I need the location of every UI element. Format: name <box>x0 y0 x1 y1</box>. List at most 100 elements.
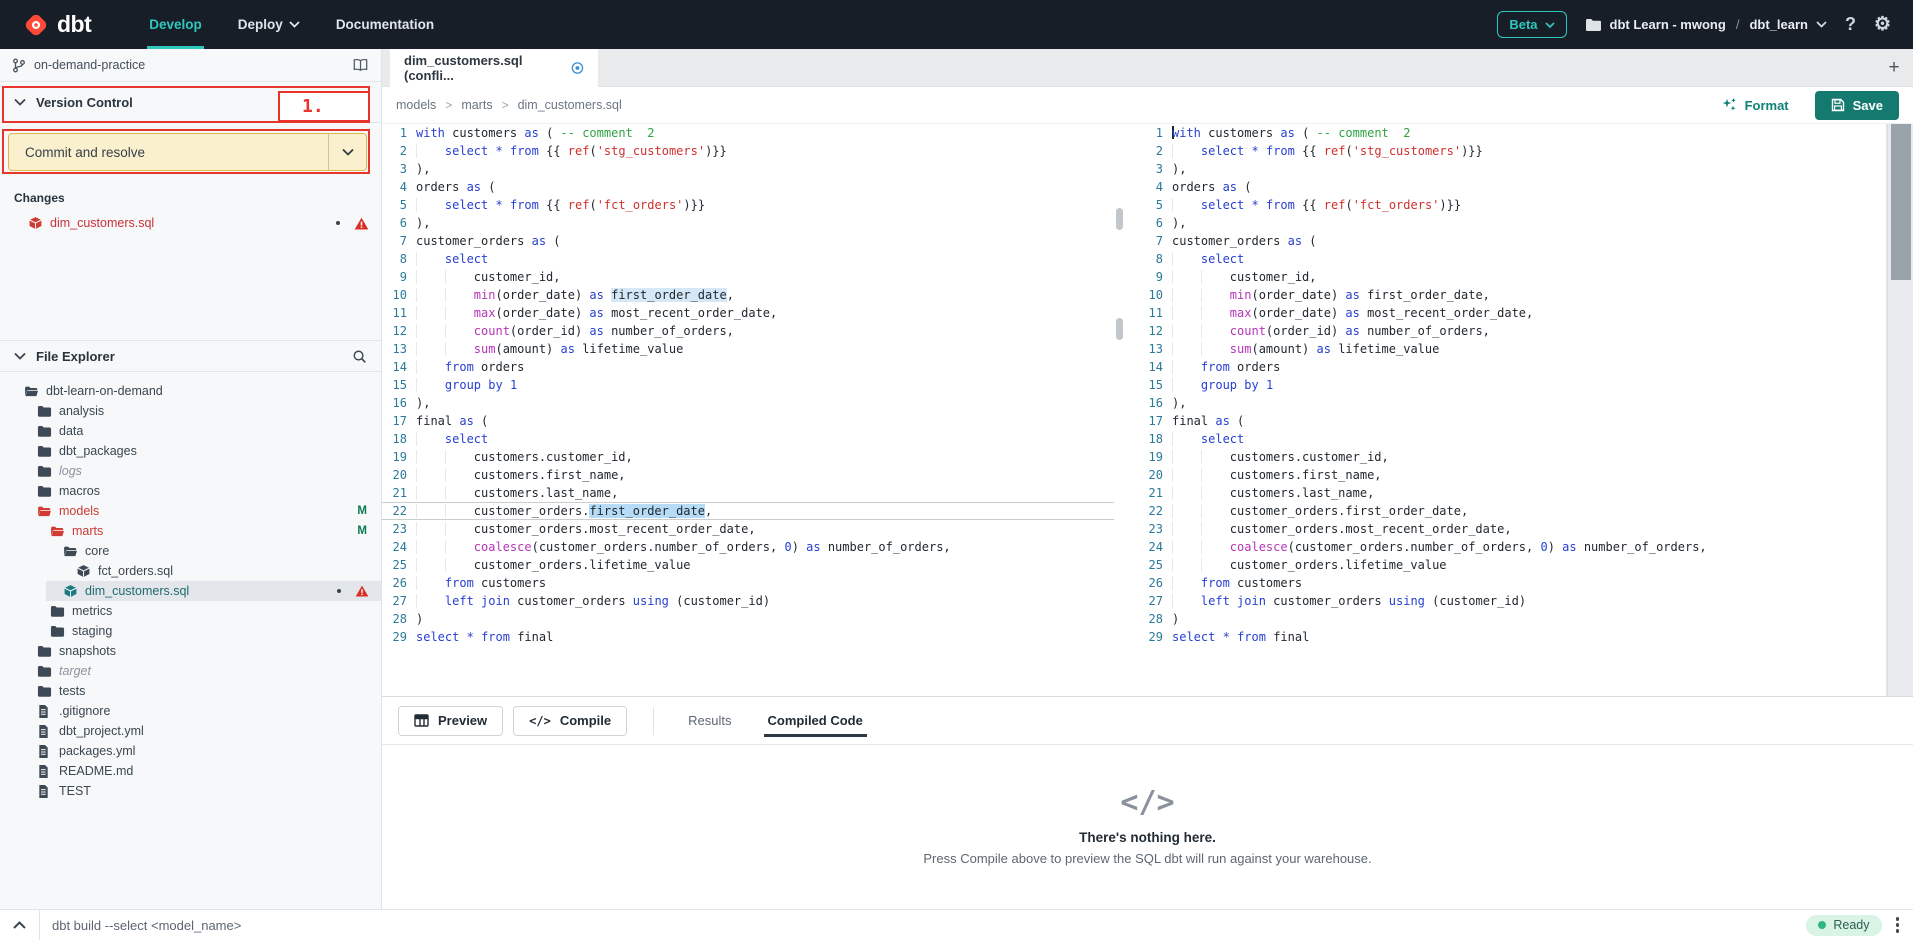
new-tab-button[interactable]: + <box>1875 49 1913 86</box>
version-control-header[interactable]: Version Control <box>0 82 381 123</box>
code-line[interactable]: 13 sum(amount) as lifetime_value <box>1126 340 1886 358</box>
code-line[interactable]: 26 from customers <box>1126 574 1886 592</box>
code-line[interactable]: 20 customers.first_name, <box>1126 466 1886 484</box>
compile-button[interactable]: </> Compile <box>513 706 627 736</box>
tree-item-tests[interactable]: tests <box>0 681 381 701</box>
breadcrumb-file[interactable]: dim_customers.sql <box>518 98 622 112</box>
code-line[interactable]: 6), <box>382 214 1114 232</box>
code-line[interactable]: 19 customers.customer_id, <box>382 448 1114 466</box>
nav-deploy[interactable]: Deploy <box>220 0 318 49</box>
code-line[interactable]: 5 select * from {{ ref('fct_orders')}} <box>382 196 1114 214</box>
code-line[interactable]: 2 select * from {{ ref('stg_customers')}… <box>1126 142 1886 160</box>
tree-item-dbt_project.yml[interactable]: dbt_project.yml <box>0 721 381 741</box>
command-input[interactable]: dbt build --select <model_name> <box>52 918 1806 933</box>
code-line[interactable]: 4orders as ( <box>382 178 1114 196</box>
save-button[interactable]: Save <box>1815 91 1899 120</box>
code-line[interactable]: 18 select <box>382 430 1114 448</box>
code-line[interactable]: 10 min(order_date) as first_order_date, <box>1126 286 1886 304</box>
code-line[interactable]: 23 customer_orders.most_recent_order_dat… <box>1126 520 1886 538</box>
tree-item-target[interactable]: target <box>0 661 381 681</box>
tree-item-.gitignore[interactable]: .gitignore <box>0 701 381 721</box>
code-line[interactable]: 24 coalesce(customer_orders.number_of_or… <box>382 538 1114 556</box>
code-line[interactable]: 8 select <box>382 250 1114 268</box>
overflow-menu-icon[interactable] <box>1896 917 1900 933</box>
tree-item-core[interactable]: core <box>0 541 381 561</box>
code-line[interactable]: 18 select <box>1126 430 1886 448</box>
commit-dropdown-toggle[interactable] <box>328 134 366 170</box>
code-line[interactable]: 29select * from final <box>1126 628 1886 646</box>
code-line[interactable]: 6), <box>1126 214 1886 232</box>
code-line[interactable]: 16), <box>1126 394 1886 412</box>
tab-compiled-code[interactable]: Compiled Code <box>750 697 881 745</box>
code-line[interactable]: 12 count(order_id) as number_of_orders, <box>1126 322 1886 340</box>
breadcrumb-models[interactable]: models <box>396 98 436 112</box>
format-button[interactable]: Format <box>1721 97 1789 113</box>
code-line[interactable]: 26 from customers <box>382 574 1114 592</box>
code-line[interactable]: 15 group by 1 <box>382 376 1114 394</box>
account-selector[interactable]: dbt Learn - mwong / dbt_learn <box>1585 17 1827 32</box>
scrollbar-thumb[interactable] <box>1891 124 1911 280</box>
code-line[interactable]: 19 customers.customer_id, <box>1126 448 1886 466</box>
code-line[interactable]: 27 left join customer_orders using (cust… <box>1126 592 1886 610</box>
code-line[interactable]: 22 customer_orders.first_order_date, <box>382 502 1114 520</box>
code-line[interactable]: 20 customers.first_name, <box>382 466 1114 484</box>
tree-item-TEST[interactable]: TEST <box>0 781 381 801</box>
code-line[interactable]: 15 group by 1 <box>1126 376 1886 394</box>
code-line[interactable]: 14 from orders <box>382 358 1114 376</box>
code-line[interactable]: 25 customer_orders.lifetime_value <box>382 556 1114 574</box>
code-line[interactable]: 7customer_orders as ( <box>1126 232 1886 250</box>
code-line[interactable]: 2 select * from {{ ref('stg_customers')}… <box>382 142 1114 160</box>
code-line[interactable]: 7customer_orders as ( <box>382 232 1114 250</box>
tree-item-dbt_packages[interactable]: dbt_packages <box>0 441 381 461</box>
tree-item-staging[interactable]: staging <box>0 621 381 641</box>
commit-and-resolve-button[interactable]: Commit and resolve <box>8 133 367 171</box>
settings-gear-icon[interactable]: ⚙ <box>1874 13 1891 36</box>
search-icon[interactable] <box>352 349 367 364</box>
scrollbar-thumb[interactable] <box>1116 318 1123 340</box>
code-line[interactable]: 16), <box>382 394 1114 412</box>
code-line[interactable]: 11 max(order_date) as most_recent_order_… <box>382 304 1114 322</box>
code-line[interactable]: 27 left join customer_orders using (cust… <box>382 592 1114 610</box>
editor-pane-right[interactable]: 1with customers as ( -- comment 22 selec… <box>1126 124 1887 696</box>
tab-results[interactable]: Results <box>670 697 749 745</box>
nav-documentation[interactable]: Documentation <box>318 0 452 49</box>
code-line[interactable]: 17final as ( <box>1126 412 1886 430</box>
dbt-logo[interactable]: dbt <box>22 11 91 39</box>
code-line[interactable]: 12 count(order_id) as number_of_orders, <box>382 322 1114 340</box>
nav-develop[interactable]: Develop <box>131 0 220 49</box>
code-line[interactable]: 1with customers as ( -- comment 2 <box>1126 124 1886 142</box>
code-line[interactable]: 1with customers as ( -- comment 2 <box>382 124 1114 142</box>
code-line[interactable]: 28) <box>1126 610 1886 628</box>
branch-selector[interactable]: on-demand-practice <box>0 49 381 82</box>
tree-item-logs[interactable]: logs <box>0 461 381 481</box>
tree-item-snapshots[interactable]: snapshots <box>0 641 381 661</box>
code-line[interactable]: 17final as ( <box>382 412 1114 430</box>
file-explorer-header[interactable]: File Explorer <box>0 340 381 372</box>
code-line[interactable]: 9 customer_id, <box>1126 268 1886 286</box>
tree-item-metrics[interactable]: metrics <box>0 601 381 621</box>
code-line[interactable]: 11 max(order_date) as most_recent_order_… <box>1126 304 1886 322</box>
code-line[interactable]: 4orders as ( <box>1126 178 1886 196</box>
code-line[interactable]: 29select * from final <box>382 628 1114 646</box>
code-line[interactable]: 3), <box>1126 160 1886 178</box>
command-bar-toggle[interactable] <box>0 910 40 940</box>
scrollbar-thumb[interactable] <box>1116 208 1123 230</box>
code-line[interactable]: 24 coalesce(customer_orders.number_of_or… <box>1126 538 1886 556</box>
code-line[interactable]: 23 customer_orders.most_recent_order_dat… <box>382 520 1114 538</box>
tree-item-dim_customers.sql[interactable]: dim_customers.sql <box>0 581 381 601</box>
code-line[interactable]: 14 from orders <box>1126 358 1886 376</box>
beta-badge[interactable]: Beta <box>1497 11 1566 38</box>
code-line[interactable]: 28) <box>382 610 1114 628</box>
tab-dim-customers[interactable]: dim_customers.sql (confli... <box>390 49 598 87</box>
tree-item-dbt-learn-on-demand[interactable]: dbt-learn-on-demand <box>0 381 381 401</box>
tree-item-README.md[interactable]: README.md <box>0 761 381 781</box>
code-line[interactable]: 3), <box>382 160 1114 178</box>
code-line[interactable]: 13 sum(amount) as lifetime_value <box>382 340 1114 358</box>
breadcrumb-marts[interactable]: marts <box>461 98 492 112</box>
preview-button[interactable]: Preview <box>398 706 503 736</box>
code-line[interactable]: 9 customer_id, <box>382 268 1114 286</box>
tree-item-marts[interactable]: martsM <box>0 521 381 541</box>
help-icon[interactable]: ? <box>1845 14 1856 35</box>
code-line[interactable]: 21 customers.last_name, <box>1126 484 1886 502</box>
tree-item-fct_orders.sql[interactable]: fct_orders.sql <box>0 561 381 581</box>
